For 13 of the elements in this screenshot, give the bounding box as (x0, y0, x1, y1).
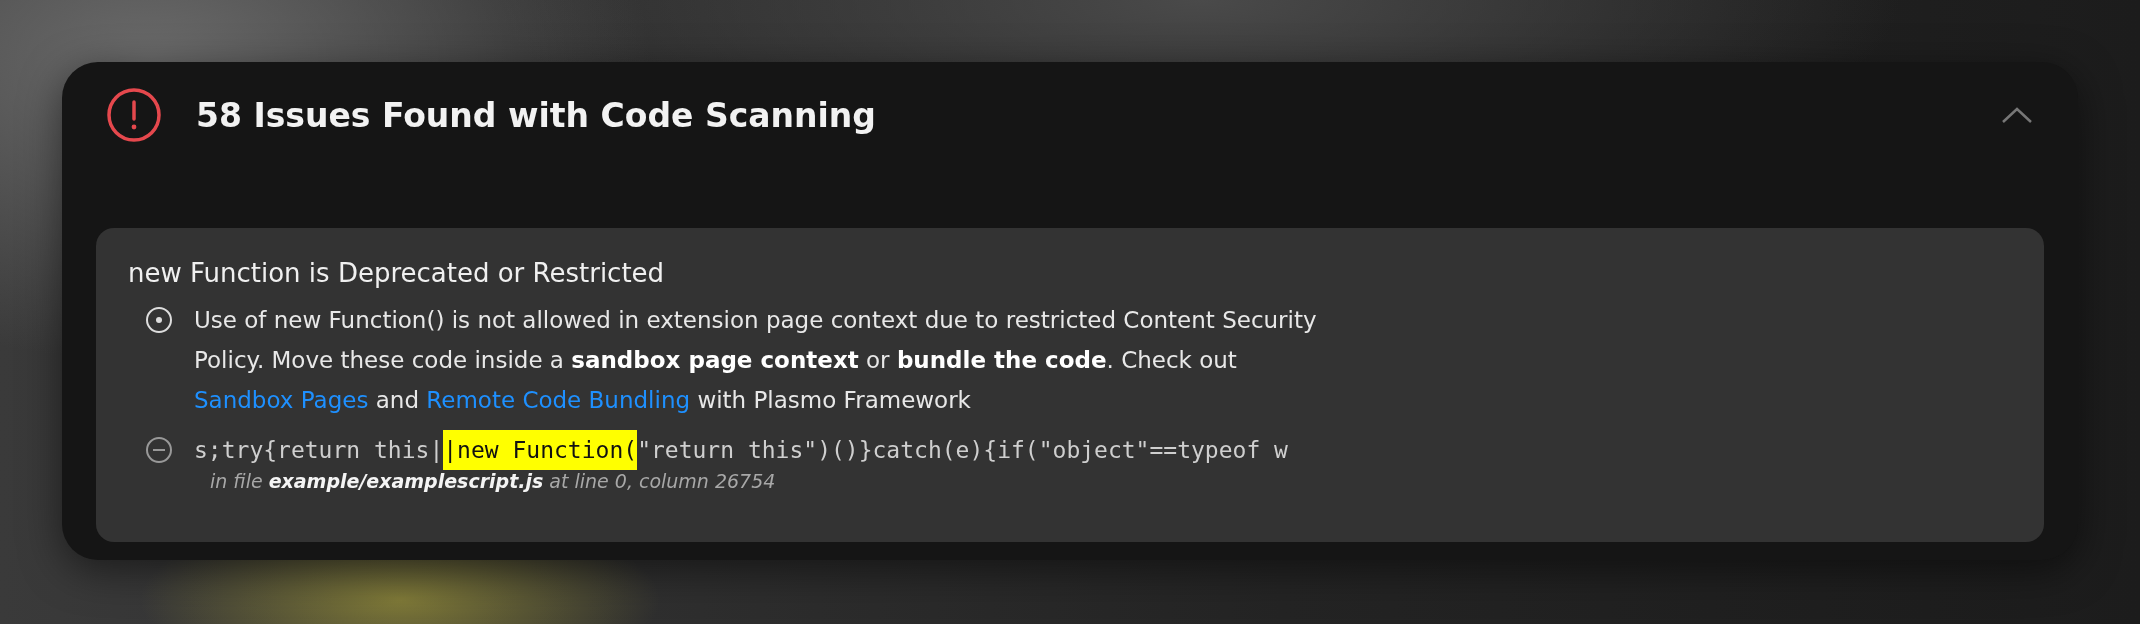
issue-title: new Function is Deprecated or Restricted (128, 258, 666, 288)
target-icon (144, 305, 174, 335)
file-location: in file example/examplescript.js at line 0, column 26754 (209, 470, 777, 492)
highlighted-code: |new Function( (443, 430, 638, 470)
alert-icon (106, 87, 162, 143)
link[interactable]: Remote Code Bundling (426, 387, 691, 413)
issue-description: Use of new Function() is not allowed in extension page context due to restricted Content Security Policy. Move these code inside a sandbox page context or bundle the code. Check out Sandbox Pages and Remote Code Bundling with Plasmo Framework (194, 306, 1318, 415)
code-text: s;try{return this| (194, 436, 444, 465)
chevron-up-icon[interactable] (2000, 105, 2034, 125)
link[interactable]: Sandbox Pages (194, 387, 369, 413)
panel-title: 58 Issues Found with Code Scanning (196, 95, 877, 135)
minus-circle-icon (144, 435, 174, 465)
code-text: "return this")()}catch(e){if("object"==typeof w (637, 436, 1288, 465)
